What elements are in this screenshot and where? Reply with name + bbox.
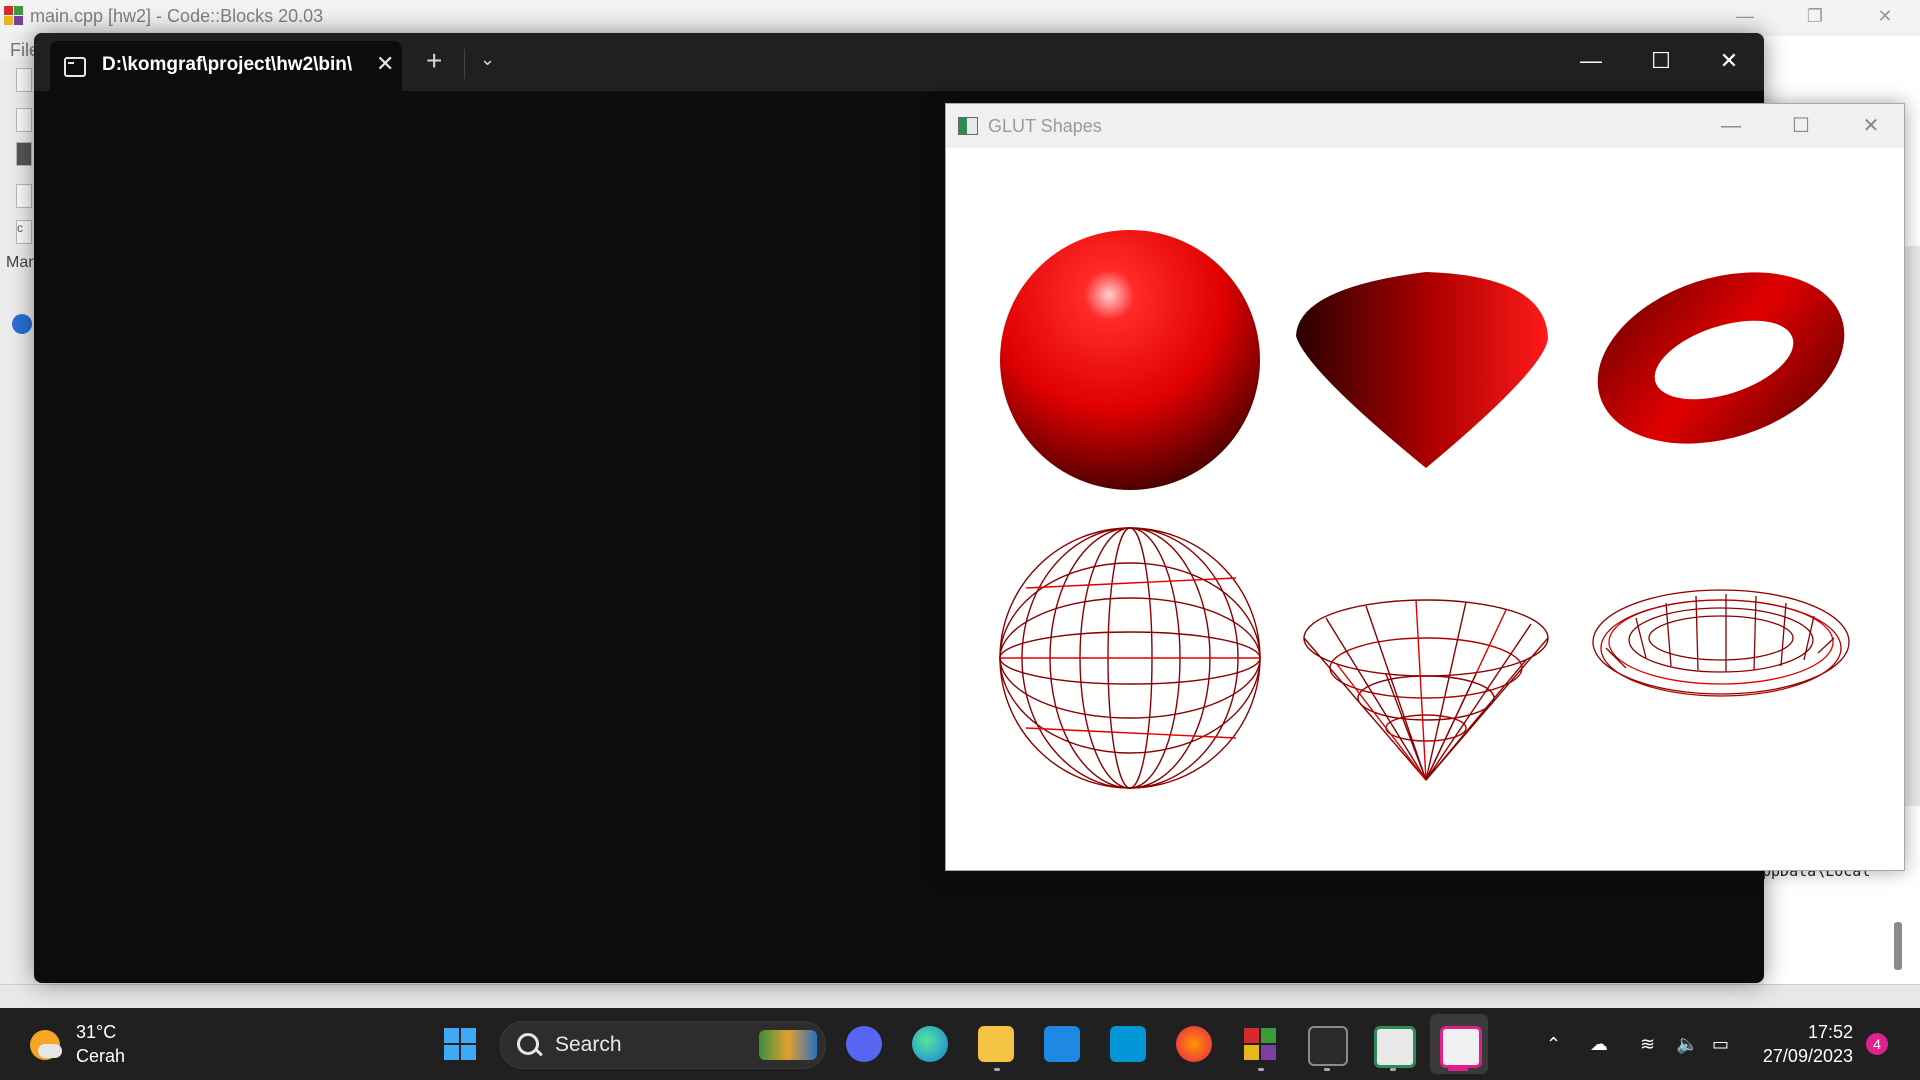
toolbar-button[interactable]	[16, 68, 32, 92]
start-button[interactable]	[442, 1026, 478, 1062]
codeblocks-close-button[interactable]: ✕	[1850, 0, 1920, 32]
weather-temp[interactable]: 31°C	[76, 1022, 116, 1043]
mail-icon[interactable]	[1044, 1026, 1080, 1062]
onedrive-icon[interactable]: ☁	[1590, 1034, 1608, 1055]
myhp-icon[interactable]	[1110, 1026, 1146, 1062]
codeblocks-statusbar	[0, 984, 1920, 1009]
toolbar-button[interactable]	[16, 108, 32, 132]
glut-minimize-button[interactable]: —	[1708, 110, 1754, 142]
tab-close-icon[interactable]: ✕	[376, 51, 394, 77]
chevron-down-icon[interactable]: ⌄	[480, 49, 495, 70]
glut-titlebar: GLUT Shapes — ☐ ✕	[946, 104, 1904, 148]
glut-title: GLUT Shapes	[988, 116, 1102, 136]
clock-time[interactable]: 17:52	[1793, 1022, 1853, 1043]
search-highlight-image	[759, 1030, 817, 1060]
toolbar-combo[interactable]: c	[16, 220, 32, 244]
running-indicator	[1258, 1068, 1264, 1071]
console-icon	[64, 57, 86, 77]
codeblocks-taskbar-icon[interactable]	[1242, 1026, 1278, 1062]
search-box[interactable]: Search	[500, 1021, 826, 1069]
codeblocks-titlebar: main.cpp [hw2] - Code::Blocks 20.03 — ❐ …	[0, 0, 1920, 32]
side-scrollbar[interactable]	[1904, 246, 1920, 806]
file-explorer-icon[interactable]	[978, 1026, 1014, 1062]
taskbar: 31°C Cerah Search ⌃ ☁ ≋ 🔈 ▭ 17:52 27/09/…	[0, 1008, 1920, 1080]
home-icon[interactable]	[12, 314, 32, 334]
active-indicator	[1448, 1068, 1468, 1071]
volume-icon[interactable]: 🔈	[1676, 1034, 1698, 1055]
solid-torus-shape	[1597, 272, 1845, 444]
codeblocks-left-toolbar: c Man	[0, 60, 38, 1000]
codeblocks-icon	[4, 6, 23, 25]
terminal-minimize-button[interactable]: —	[1568, 41, 1614, 81]
codeblocks-minimize-button[interactable]: —	[1710, 0, 1780, 32]
weather-icon[interactable]	[30, 1030, 62, 1060]
toolbar-stop-button[interactable]	[16, 142, 32, 166]
chevron-up-icon[interactable]: ⌃	[1546, 1034, 1561, 1055]
edge-icon[interactable]	[912, 1026, 948, 1062]
glut-window[interactable]: GLUT Shapes — ☐ ✕	[945, 103, 1905, 871]
discord-icon[interactable]	[846, 1026, 882, 1062]
terminal-tab-title: D:\komgraf\project\hw2\bin\	[102, 54, 353, 75]
notification-badge[interactable]: 4	[1866, 1033, 1888, 1055]
management-label: Man	[6, 254, 38, 271]
running-indicator	[1390, 1068, 1396, 1071]
search-label: Search	[555, 1033, 622, 1056]
snipping-tool-icon[interactable]	[1440, 1026, 1482, 1068]
wire-sphere-shape	[999, 527, 1261, 789]
battery-icon[interactable]: ▭	[1712, 1034, 1729, 1055]
solid-cone-shape	[1296, 272, 1548, 468]
glut-taskbar-icon[interactable]	[1374, 1026, 1416, 1068]
terminal-close-button[interactable]: ✕	[1706, 41, 1752, 81]
glut-maximize-button[interactable]: ☐	[1778, 110, 1824, 142]
running-indicator	[1324, 1068, 1330, 1071]
terminal-icon[interactable]	[1308, 1026, 1348, 1066]
glut-app-icon	[958, 117, 978, 135]
log-scrollbar-thumb[interactable]	[1894, 922, 1902, 970]
toolbar-run-button[interactable]	[16, 184, 32, 208]
terminal-maximize-button[interactable]: ☐	[1638, 41, 1684, 81]
new-tab-button[interactable]: +	[426, 45, 442, 77]
codeblocks-restore-button[interactable]: ❐	[1780, 0, 1850, 32]
solid-sphere-shape	[1000, 230, 1260, 490]
codeblocks-title: main.cpp [hw2] - Code::Blocks 20.03	[30, 6, 324, 26]
firefox-icon[interactable]	[1176, 1026, 1212, 1062]
search-icon	[517, 1033, 539, 1055]
clock-date[interactable]: 27/09/2023	[1760, 1046, 1853, 1067]
wire-cone-shape	[1303, 599, 1549, 781]
glut-canvas[interactable]	[946, 148, 1904, 870]
glut-close-button[interactable]: ✕	[1848, 110, 1894, 142]
wire-torus-shape	[1592, 589, 1850, 697]
terminal-tab[interactable]: D:\komgraf\project\hw2\bin\ ✕	[50, 41, 402, 91]
wifi-icon[interactable]: ≋	[1640, 1034, 1655, 1055]
running-indicator	[994, 1068, 1000, 1071]
tab-divider	[464, 49, 465, 79]
terminal-titlebar: D:\komgraf\project\hw2\bin\ ✕ + ⌄ — ☐ ✕	[34, 33, 1764, 91]
weather-desc[interactable]: Cerah	[76, 1046, 125, 1067]
